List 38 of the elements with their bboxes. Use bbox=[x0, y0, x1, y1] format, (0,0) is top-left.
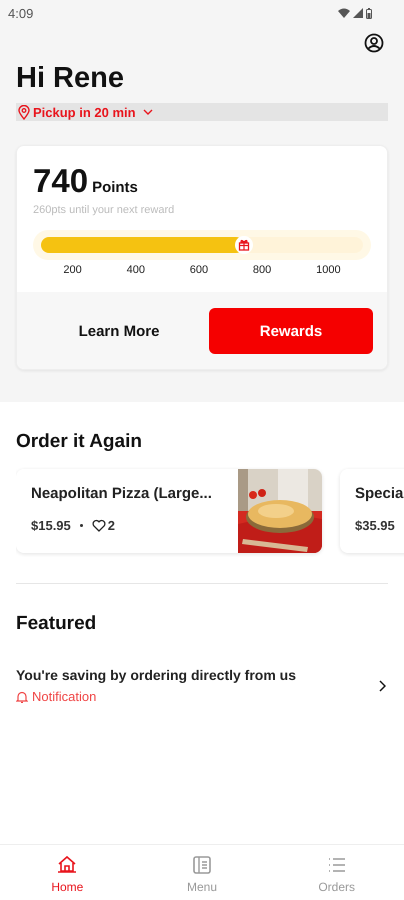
gift-icon bbox=[234, 236, 253, 254]
heart-icon bbox=[92, 519, 106, 532]
item-price: $15.95 bbox=[31, 518, 71, 533]
order-card[interactable]: Neapolitan Pizza (Large... $15.95 2 bbox=[16, 469, 322, 553]
item-price: $35.95 bbox=[355, 518, 395, 533]
greeting-title: Hi Rene bbox=[16, 62, 125, 95]
reward-subtitle: 260pts until your next reward bbox=[33, 204, 176, 216]
points-value: 740 bbox=[33, 162, 88, 200]
profile-icon[interactable] bbox=[364, 33, 384, 53]
item-name: Neapolitan Pizza (Large... bbox=[31, 485, 213, 502]
wifi-icon bbox=[338, 8, 350, 18]
tick-label: 200 bbox=[63, 264, 82, 276]
battery-icon bbox=[366, 8, 372, 18]
section-title: Order it Again bbox=[16, 431, 143, 453]
status-time: 4:09 bbox=[8, 6, 34, 20]
like-count: 2 bbox=[108, 518, 115, 533]
tick-label: 400 bbox=[126, 264, 145, 276]
chevron-down-icon bbox=[142, 109, 153, 115]
featured-item[interactable]: You're saving by ordering directly from us Notification bbox=[16, 649, 404, 704]
rewards-button[interactable]: Rewards bbox=[209, 308, 373, 354]
points-label: Points bbox=[92, 179, 138, 196]
order-card[interactable]: Specia $35.95 bbox=[340, 469, 404, 553]
chevron-right-icon bbox=[379, 680, 386, 692]
item-name: Specia bbox=[355, 485, 404, 502]
learn-more-button[interactable]: Learn More bbox=[37, 308, 201, 354]
tick-label: 600 bbox=[190, 264, 208, 276]
notification-label: Notification bbox=[32, 689, 96, 704]
separator-dot bbox=[80, 524, 83, 527]
bell-icon bbox=[16, 690, 28, 702]
tick-label: 800 bbox=[252, 264, 272, 276]
book-icon bbox=[191, 854, 213, 876]
home-icon bbox=[56, 854, 78, 876]
pickup-selector[interactable]: Pickup in 20 min bbox=[16, 103, 388, 121]
section-title: Featured bbox=[16, 613, 98, 635]
featured-title: You're saving by ordering directly from us bbox=[16, 667, 296, 683]
location-pin-icon bbox=[18, 104, 30, 120]
tick-label: 1000 bbox=[316, 264, 341, 276]
signal-icon bbox=[353, 8, 363, 18]
